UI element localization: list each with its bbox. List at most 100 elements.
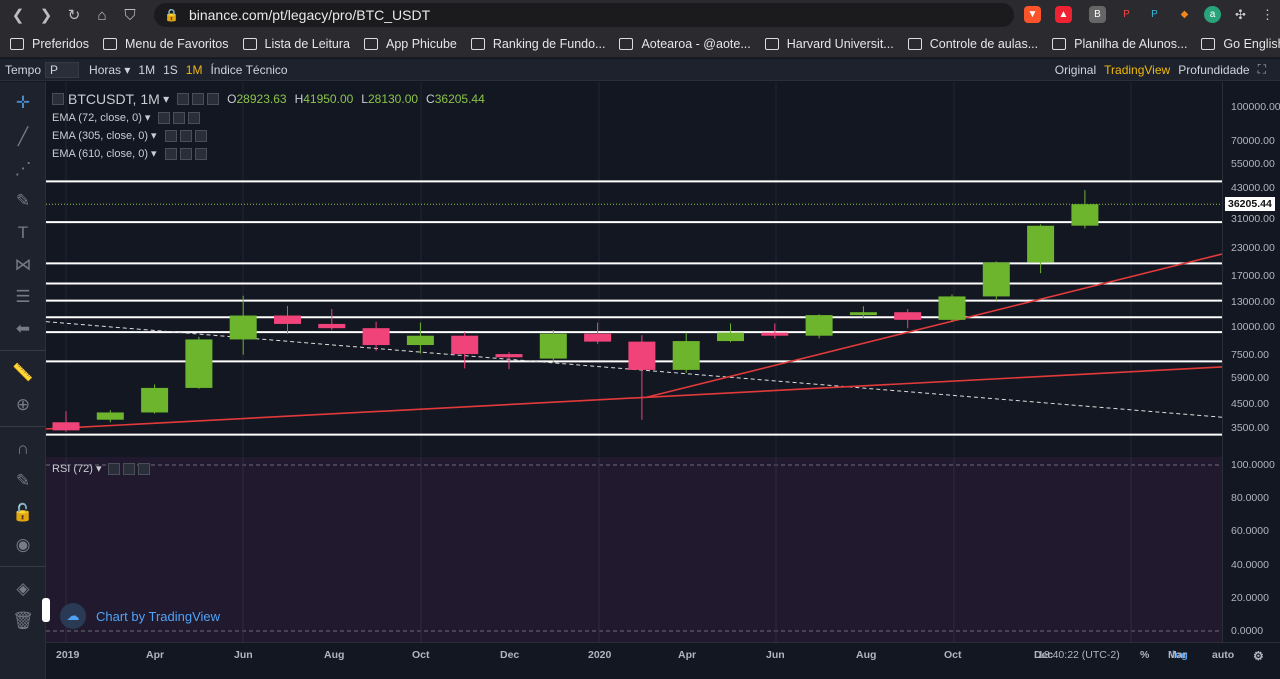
- bookmark-5[interactable]: Aotearoa - @aote...: [619, 37, 751, 51]
- brush-icon[interactable]: ✎: [12, 190, 34, 212]
- view-tradingview-button[interactable]: TradingView: [1100, 63, 1174, 77]
- bookmark-8[interactable]: Planilha de Alunos...: [1052, 37, 1187, 51]
- symbol-title[interactable]: BTCUSDT, 1M: [68, 91, 160, 107]
- candle-body: [229, 315, 257, 340]
- bookmark-icon[interactable]: ⛉: [116, 1, 144, 29]
- indicator-button[interactable]: Índice Técnico: [206, 63, 291, 77]
- bookmark-1[interactable]: Menu de Favoritos: [102, 37, 229, 51]
- price-tick: 31000.00: [1231, 213, 1275, 226]
- rsi-pane[interactable]: RSI (72) ▾ ☁ Chart by TradingView: [42, 457, 1222, 642]
- time-tick: Aug: [856, 649, 877, 661]
- ema-610-legend[interactable]: EMA (610, close, 0) ▾: [52, 147, 207, 160]
- eye-icon[interactable]: ◉: [12, 534, 34, 556]
- p-red-icon[interactable]: P: [1118, 6, 1135, 23]
- folder-icon: [1201, 37, 1216, 50]
- candle-body: [717, 332, 744, 342]
- settings-gear-icon[interactable]: ⚙: [1253, 649, 1264, 663]
- candle-body: [96, 412, 124, 420]
- bookmark-3[interactable]: App Phicube: [364, 37, 457, 51]
- candle-body: [1027, 225, 1055, 263]
- chart-toolbar: Tempo P Horas ▾ 1M 1S 1M Índice Técnico …: [0, 59, 1280, 81]
- candle-body: [362, 328, 390, 346]
- price-tick: 3500.00: [1231, 421, 1269, 434]
- price-chart[interactable]: BTCUSDT, 1M ▾ O 28923.63 H 41950.00 L 28130…: [46, 82, 1222, 456]
- trend-line-icon[interactable]: ╱: [12, 126, 34, 148]
- back-icon[interactable]: ❮: [4, 1, 32, 29]
- puzzle-icon[interactable]: ✣: [1232, 6, 1249, 23]
- reload-icon[interactable]: ↻: [60, 1, 88, 29]
- padlock-icon[interactable]: 🔓: [12, 502, 34, 524]
- ema-305-legend[interactable]: EMA (305, close, 0) ▾: [52, 129, 207, 142]
- bookmark-6[interactable]: Harvard Universit...: [764, 37, 894, 51]
- bookmark-4[interactable]: Ranking de Fundo...: [470, 37, 605, 51]
- hours-dropdown[interactable]: Horas ▾: [85, 63, 134, 77]
- time-tick: Apr: [146, 649, 165, 661]
- pattern-icon[interactable]: ⋈: [12, 254, 34, 276]
- bookmark-7[interactable]: Controle de aulas...: [907, 37, 1038, 51]
- view-original-button[interactable]: Original: [1051, 63, 1100, 77]
- time-axis[interactable]: 13:40:22 (UTC-2) % log auto ⚙ 2019 Apr Jun…: [46, 642, 1280, 679]
- folder-icon: [242, 37, 257, 50]
- back-arrow-icon[interactable]: ⬅: [12, 318, 34, 340]
- text-icon[interactable]: T: [12, 222, 34, 244]
- collapse-icon[interactable]: [52, 93, 64, 105]
- a-icon[interactable]: a: [1204, 6, 1221, 23]
- tradingview-watermark[interactable]: ☁ Chart by TradingView: [60, 603, 220, 629]
- folder-icon: [10, 37, 24, 50]
- menu-icon[interactable]: ⋮: [1259, 6, 1276, 23]
- price-axis[interactable]: 100000.00 70000.00 55000.00 43000.00 31000.0…: [1222, 82, 1280, 642]
- candle-body: [805, 315, 833, 336]
- b-icon[interactable]: B: [1089, 6, 1106, 23]
- percent-toggle[interactable]: %: [1140, 649, 1149, 661]
- prediction-icon[interactable]: ☰: [12, 286, 34, 308]
- zoom-icon[interactable]: ⊕: [12, 394, 34, 416]
- trash-icon[interactable]: 🗑: [12, 610, 34, 632]
- view-depth-button[interactable]: Profundidade: [1174, 63, 1253, 77]
- bookmark-2[interactable]: Lista de Leitura: [242, 37, 350, 51]
- pane-resize-handle[interactable]: [42, 598, 50, 622]
- rewards-icon[interactable]: ▲: [1055, 6, 1072, 23]
- tempo-label: Tempo: [5, 62, 42, 77]
- sheet-icon: [1052, 37, 1067, 50]
- price-tick: 7500.00: [1231, 348, 1269, 361]
- browser-toolbar: ❮ ❯ ↻ ⌂ ⛉ 🔒 binance.com/pt/legacy/pro/BT…: [0, 0, 1280, 30]
- candle-body: [628, 341, 656, 370]
- home-icon[interactable]: ⌂: [88, 1, 116, 29]
- bookmark-0[interactable]: Preferidos: [10, 37, 89, 51]
- ruler-icon[interactable]: 📏: [12, 362, 34, 384]
- symbol-legend: BTCUSDT, 1M ▾ O 28923.63 H 41950.00 L 28130…: [52, 91, 485, 107]
- magnet-icon[interactable]: ∩: [12, 438, 34, 460]
- forward-icon[interactable]: ❯: [32, 1, 60, 29]
- time-tick: Jun: [234, 649, 253, 661]
- candle-body: [584, 333, 612, 342]
- p-blue-icon[interactable]: P: [1146, 6, 1163, 23]
- fullscreen-icon[interactable]: ⛶: [1254, 62, 1270, 77]
- fib-icon[interactable]: ⋰: [12, 158, 34, 180]
- bookmark-9[interactable]: Go English: [1201, 37, 1280, 51]
- price-tick: 55000.00: [1231, 158, 1275, 171]
- brave-shield-icon[interactable]: ▼: [1024, 6, 1041, 23]
- price-tick: 43000.00: [1231, 181, 1275, 194]
- interval-1m-button[interactable]: 1M: [134, 63, 159, 77]
- tradingview-logo-icon: ☁: [60, 603, 86, 629]
- candle-body: [1071, 204, 1099, 226]
- interval-1s-button[interactable]: 1S: [159, 63, 182, 77]
- address-bar[interactable]: 🔒 binance.com/pt/legacy/pro/BTC_USDT: [154, 3, 1014, 27]
- candle-body: [672, 341, 700, 370]
- candle-body: [406, 335, 434, 346]
- ema-72-legend[interactable]: EMA (72, close, 0) ▾: [52, 111, 201, 124]
- price-tick: 70000.00: [1231, 135, 1275, 148]
- candle-body: [451, 335, 479, 355]
- time-tick: 2020: [588, 649, 612, 661]
- metamask-icon[interactable]: ◆: [1176, 6, 1193, 23]
- candle-body: [539, 333, 567, 359]
- interval-1month-button[interactable]: 1M: [182, 63, 207, 77]
- crosshair-icon[interactable]: ✛: [12, 92, 34, 114]
- time-tick: 2019: [56, 649, 80, 661]
- lock-drawing-icon[interactable]: ✎: [12, 470, 34, 492]
- period-select[interactable]: P: [45, 61, 80, 78]
- layers-icon[interactable]: ◈: [12, 578, 34, 600]
- auto-toggle[interactable]: auto: [1212, 649, 1234, 661]
- rsi-grid: [46, 457, 1222, 642]
- rsi-legend[interactable]: RSI (72) ▾: [52, 462, 150, 475]
